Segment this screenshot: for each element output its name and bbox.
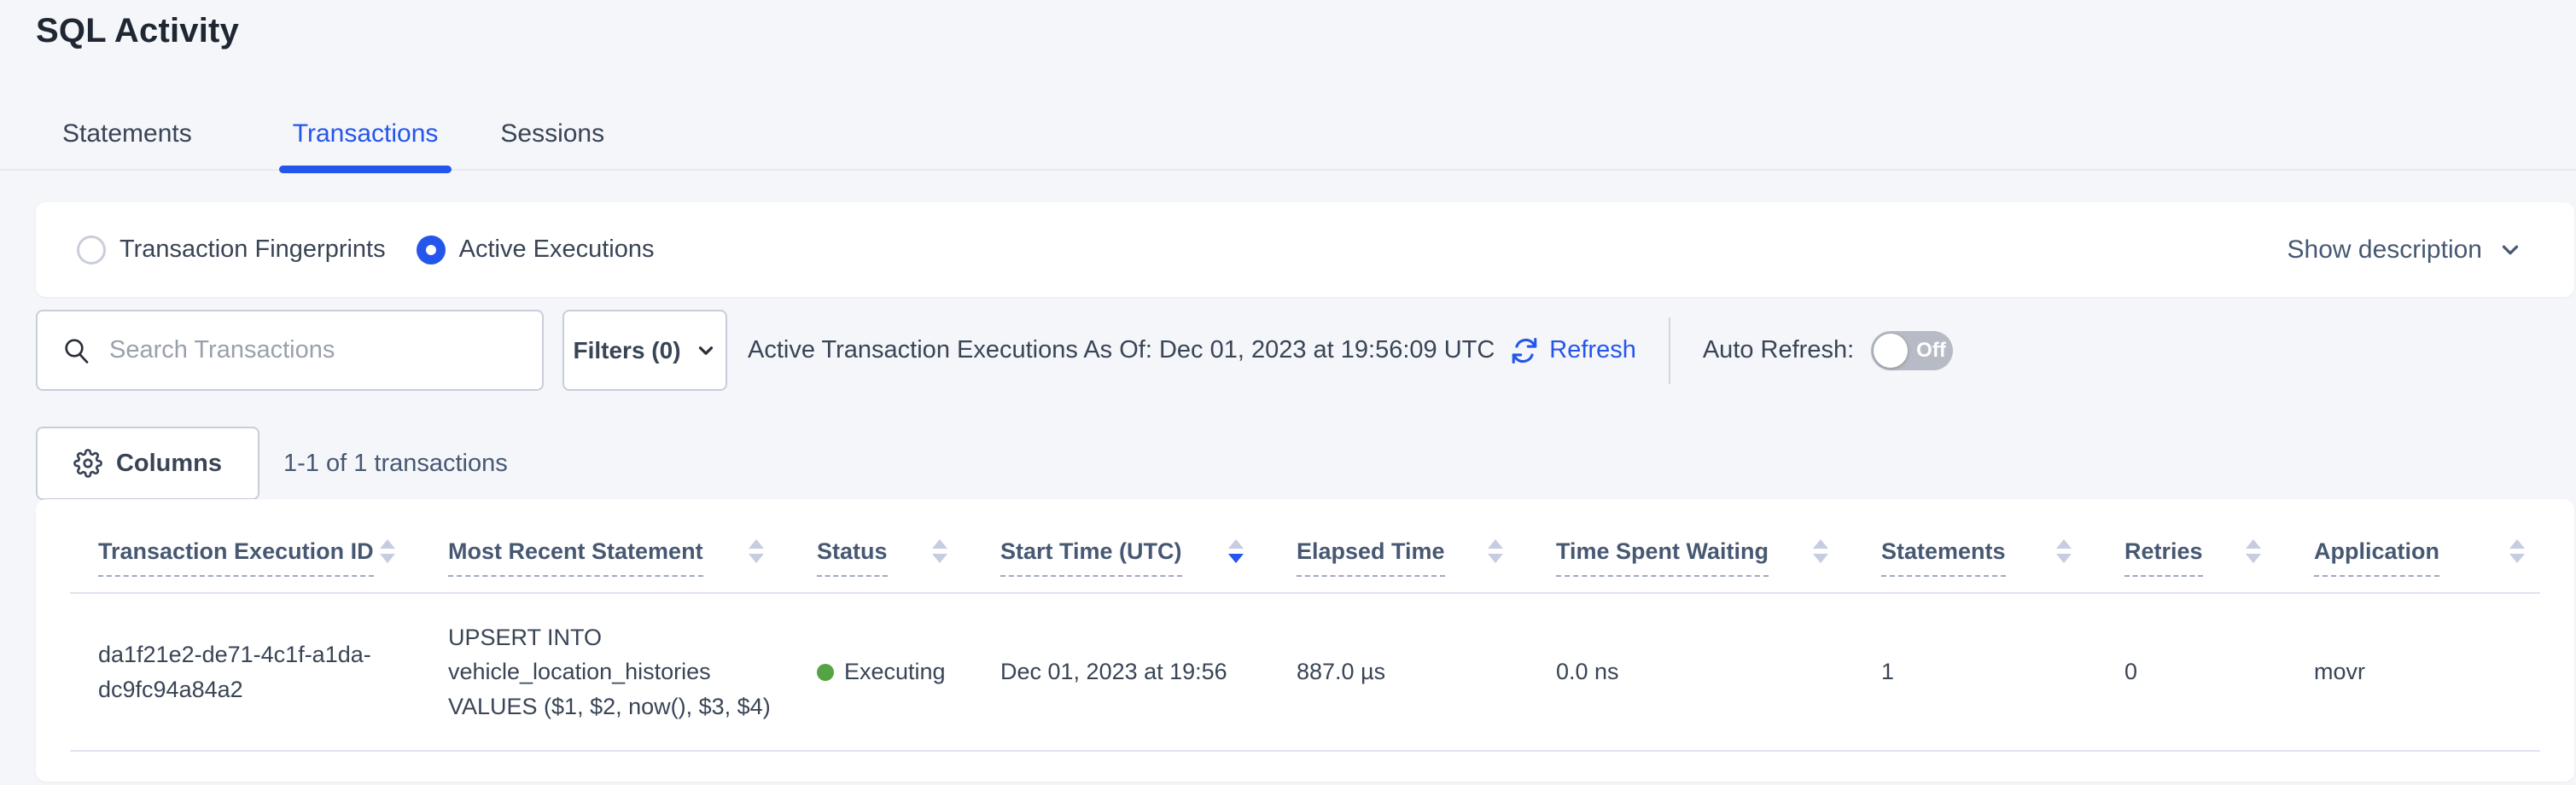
page-title: SQL Activity	[36, 12, 239, 50]
header-label: Status	[817, 538, 888, 577]
sort-arrows-icon	[932, 539, 947, 563]
header-elapsed-time[interactable]: Elapsed Time	[1297, 499, 1556, 593]
tab-sessions[interactable]: Sessions	[500, 119, 604, 169]
filters-button[interactable]: Filters (0)	[562, 310, 727, 391]
cell-elapsed-time: 887.0 µs	[1297, 593, 1556, 751]
radio-transaction-fingerprints-label: Transaction Fingerprints	[119, 236, 386, 264]
as-of-timestamp: Active Transaction Executions As Of: Dec…	[748, 336, 1495, 364]
radio-checked-icon[interactable]	[417, 236, 446, 265]
columns-button[interactable]: Columns	[36, 427, 259, 500]
refresh-label: Refresh	[1549, 336, 1636, 364]
cell-most-recent-statement: UPSERT INTO vehicle_location_histories V…	[448, 593, 817, 751]
tab-transactions[interactable]: Transactions	[293, 119, 439, 169]
radio-transaction-fingerprints[interactable]: Transaction Fingerprints	[77, 236, 386, 265]
results-summary: 1-1 of 1 transactions	[283, 450, 508, 478]
table-controls: Columns 1-1 of 1 transactions	[36, 427, 508, 500]
refresh-button[interactable]: Refresh	[1510, 336, 1636, 365]
chevron-down-icon	[2497, 237, 2523, 263]
view-options-panel: Transaction Fingerprints Active Executio…	[36, 202, 2574, 297]
sort-arrows-icon	[380, 539, 395, 563]
header-time-spent-waiting[interactable]: Time Spent Waiting	[1556, 499, 1881, 593]
header-transaction-execution-id[interactable]: Transaction Execution ID	[70, 499, 448, 593]
sort-arrows-icon	[2509, 539, 2525, 563]
sort-arrows-icon	[749, 539, 764, 563]
sort-arrows-icon	[1813, 539, 1828, 563]
sort-arrows-icon	[1488, 539, 1503, 563]
header-label: Time Spent Waiting	[1556, 538, 1769, 577]
table-row: da1f21e2-de71-4c1f-a1da-dc9fc94a84a2 UPS…	[70, 593, 2540, 751]
cell-retries: 0	[2124, 593, 2314, 751]
search-icon	[61, 335, 92, 366]
header-label: Start Time (UTC)	[1000, 538, 1182, 577]
cell-time-spent-waiting: 0.0 ns	[1556, 593, 1881, 751]
search-box[interactable]	[36, 310, 544, 391]
header-retries[interactable]: Retries	[2124, 499, 2314, 593]
tab-sessions-label: Sessions	[500, 119, 604, 148]
status-label: Executing	[844, 654, 946, 689]
chevron-down-icon	[695, 340, 717, 362]
columns-button-label: Columns	[116, 450, 222, 478]
tabs: Statements Transactions Sessions	[0, 109, 2576, 171]
cell-transaction-execution-id[interactable]: da1f21e2-de71-4c1f-a1da-dc9fc94a84a2	[70, 593, 448, 751]
refresh-icon	[1510, 336, 1539, 365]
tab-statements[interactable]: Statements	[62, 119, 192, 169]
transactions-table-panel: Transaction Execution ID Most Recent Sta…	[36, 499, 2574, 782]
show-description-label: Show description	[2288, 236, 2482, 265]
tab-statements-label: Statements	[62, 119, 192, 148]
transaction-execution-id: da1f21e2-de71-4c1f-a1da-dc9fc94a84a2	[98, 637, 405, 706]
toolbar: Filters (0) Active Transaction Execution…	[36, 310, 1953, 391]
cell-statements: 1	[1881, 593, 2124, 751]
header-label: Elapsed Time	[1297, 538, 1445, 577]
filters-button-label: Filters (0)	[573, 337, 680, 364]
sort-arrows-icon	[1228, 539, 1244, 563]
status-executing-dot-icon	[817, 664, 834, 681]
cell-application: movr	[2314, 593, 2540, 751]
radio-active-executions-label: Active Executions	[459, 236, 655, 264]
sql-activity-page: SQL Activity Statements Transactions Ses…	[0, 0, 2576, 785]
most-recent-statement: UPSERT INTO vehicle_location_histories V…	[448, 620, 791, 724]
toggle-state-label: Off	[1916, 339, 1946, 363]
header-statements[interactable]: Statements	[1881, 499, 2124, 593]
radio-unchecked-icon[interactable]	[77, 236, 106, 265]
toggle-knob	[1874, 334, 1908, 368]
gear-icon	[73, 449, 102, 478]
toolbar-divider	[1669, 317, 1670, 384]
auto-refresh-label: Auto Refresh:	[1703, 336, 1854, 364]
sort-arrows-icon	[2056, 539, 2072, 563]
header-application[interactable]: Application	[2314, 499, 2540, 593]
header-label: Most Recent Statement	[448, 538, 703, 577]
tab-transactions-label: Transactions	[293, 119, 439, 148]
search-input[interactable]	[109, 336, 522, 364]
header-label: Statements	[1881, 538, 2006, 577]
cell-status: Executing	[817, 593, 1000, 751]
table-header-row: Transaction Execution ID Most Recent Sta…	[70, 499, 2540, 593]
auto-refresh-toggle[interactable]: Off	[1871, 331, 1953, 370]
cell-start-time: Dec 01, 2023 at 19:56	[1000, 593, 1297, 751]
transactions-table: Transaction Execution ID Most Recent Sta…	[70, 499, 2540, 752]
header-most-recent-statement[interactable]: Most Recent Statement	[448, 499, 817, 593]
header-status[interactable]: Status	[817, 499, 1000, 593]
header-start-time[interactable]: Start Time (UTC)	[1000, 499, 1297, 593]
radio-active-executions[interactable]: Active Executions	[417, 236, 655, 265]
header-label: Retries	[2124, 538, 2203, 577]
header-label: Transaction Execution ID	[98, 538, 374, 577]
header-label: Application	[2314, 538, 2439, 577]
sort-arrows-icon	[2246, 539, 2261, 563]
show-description-toggle[interactable]: Show description	[2288, 236, 2523, 265]
